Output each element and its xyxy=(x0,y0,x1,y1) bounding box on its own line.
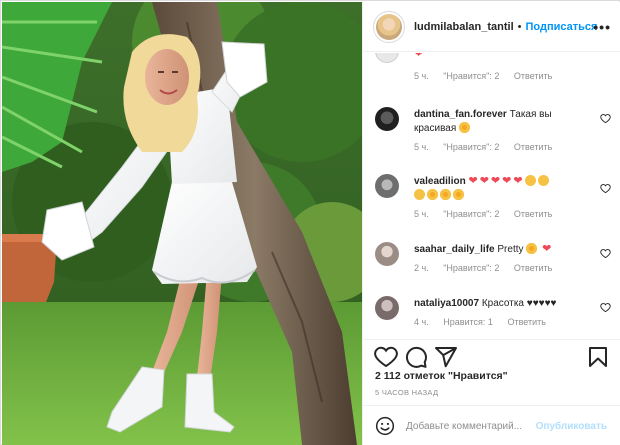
comment-input[interactable]: Добавьте комментарий... xyxy=(406,421,522,432)
heart-eyes-emoji-icon xyxy=(453,189,464,200)
comment-reply-button[interactable]: Ответить xyxy=(514,142,552,152)
like-comment-heart-icon[interactable] xyxy=(600,248,611,259)
comment-text: Pretty xyxy=(497,244,524,255)
comment-meta: 2 ч. "Нравится": 2 Ответить xyxy=(414,261,594,275)
heart-emoji-icon: ❤ xyxy=(502,175,512,187)
bookmark-icon[interactable] xyxy=(586,345,610,369)
photo-scene xyxy=(2,2,362,445)
comment-meta: 4 ч. Нравится: 1 Ответить xyxy=(414,315,594,329)
author-username[interactable]: ludmilabalan_tantil xyxy=(414,21,514,33)
post-header: ludmilabalan_tantil • Подписаться ••• xyxy=(363,2,620,52)
heart-eyes-emoji-icon xyxy=(526,243,538,254)
post-details-panel: ludmilabalan_tantil • Подписаться ••• ❤ … xyxy=(362,2,620,445)
comment-text: Красотка ♥♥♥♥♥ xyxy=(481,298,557,309)
post-photo[interactable] xyxy=(2,2,362,445)
heart-emoji-icon: ❤ xyxy=(542,243,552,255)
more-icon[interactable]: ••• xyxy=(593,19,611,35)
instagram-post-frame: ludmilabalan_tantil • Подписаться ••• ❤ … xyxy=(0,0,620,445)
comment-username[interactable]: saahar_daily_life xyxy=(414,244,495,255)
commenter-avatar[interactable] xyxy=(375,107,399,131)
comment-body: nataliya10007 Красотка ♥♥♥♥♥ 4 ч. Нравит… xyxy=(414,297,594,329)
heart-eyes-emoji-icon xyxy=(427,189,438,200)
heart-emoji-icon: ❤ xyxy=(479,175,489,187)
comment-time: 2 ч. xyxy=(414,263,429,273)
heart-emoji-icon: ❤ xyxy=(468,175,478,187)
comment-body: saahar_daily_life Pretty ❤ 2 ч. "Нравитс… xyxy=(414,243,594,275)
comment-meta: 5 ч. "Нравится": 2 Ответить xyxy=(414,69,594,83)
publish-comment-button[interactable]: Опубликовать xyxy=(536,421,607,432)
author-avatar[interactable] xyxy=(373,10,405,43)
heart-eyes-emoji-icon xyxy=(459,122,471,133)
heart-emoji-icon: ❤ xyxy=(490,175,501,187)
share-icon[interactable] xyxy=(434,345,458,369)
comment-body: dantina_fan.forever Такая вы красивая 5 … xyxy=(414,108,594,154)
comment-username[interactable]: dantina_fan.forever xyxy=(414,109,507,120)
comment-reply-button[interactable]: Ответить xyxy=(514,209,552,219)
comment-time: 4 ч. xyxy=(414,317,429,327)
commenter-avatar[interactable] xyxy=(375,174,399,198)
like-comment-heart-icon[interactable] xyxy=(600,183,611,194)
like-comment-heart-icon[interactable] xyxy=(600,302,611,313)
heart-icon[interactable] xyxy=(374,345,398,369)
comment-body: ❤ 5 ч. "Нравится": 2 Ответить xyxy=(414,53,594,83)
comment-reply-button[interactable]: Ответить xyxy=(514,71,552,81)
comment-username[interactable]: nataliya10007 xyxy=(414,298,479,309)
like-comment-heart-icon[interactable] xyxy=(600,113,611,124)
comment-icon[interactable] xyxy=(404,345,428,369)
comment-time: 5 ч. xyxy=(414,142,429,152)
comment-username[interactable]: valeadilion xyxy=(414,176,466,187)
comment-reply-button[interactable]: Ответить xyxy=(514,263,552,273)
heart-eyes-emoji-icon xyxy=(440,189,451,200)
commenter-avatar[interactable] xyxy=(375,53,399,63)
comment-meta: 5 ч. "Нравится": 2 Ответить xyxy=(414,140,594,154)
heart-emoji-icon: ❤ xyxy=(414,53,424,60)
author-avatar-image xyxy=(376,13,402,40)
commenter-avatar[interactable] xyxy=(375,242,399,266)
comment-time: 5 ч. xyxy=(414,209,429,219)
comment-emoji-row: ❤ xyxy=(414,53,594,62)
comments-list[interactable]: ❤ 5 ч. "Нравится": 2 Ответить dantina_fa… xyxy=(363,53,620,339)
commenter-avatar[interactable] xyxy=(375,296,399,320)
smile-icon[interactable] xyxy=(375,416,395,436)
post-timestamp[interactable]: 5 ЧАСОВ НАЗАД xyxy=(375,388,438,397)
comment-likes[interactable]: Нравится: 1 xyxy=(443,317,493,327)
clap-emoji-icon xyxy=(414,189,425,200)
heart-emoji-icon: ❤ xyxy=(513,175,523,187)
comment-likes[interactable]: "Нравится": 2 xyxy=(443,142,499,152)
comment-likes[interactable]: "Нравится": 2 xyxy=(443,71,499,81)
clap-emoji-icon xyxy=(537,175,549,186)
header-separator-dot: • xyxy=(517,20,522,33)
add-comment-bar: Добавьте комментарий... Опубликовать xyxy=(363,405,620,445)
comment-meta: 5 ч. "Нравится": 2 Ответить xyxy=(414,207,594,221)
comment-time: 5 ч. xyxy=(414,71,429,81)
likes-count[interactable]: 2 112 отметок "Нравится" xyxy=(375,370,508,382)
follow-button[interactable]: Подписаться xyxy=(526,21,598,33)
clap-emoji-icon xyxy=(524,175,536,186)
comment-likes[interactable]: "Нравится": 2 xyxy=(443,209,499,219)
comment-reply-button[interactable]: Ответить xyxy=(507,317,545,327)
comment-likes[interactable]: "Нравится": 2 xyxy=(443,263,499,273)
comment-body: valeadilion ❤ ❤ ❤ ❤ ❤ 5 ч. "Нравится": 2 Отв… xyxy=(414,175,594,221)
